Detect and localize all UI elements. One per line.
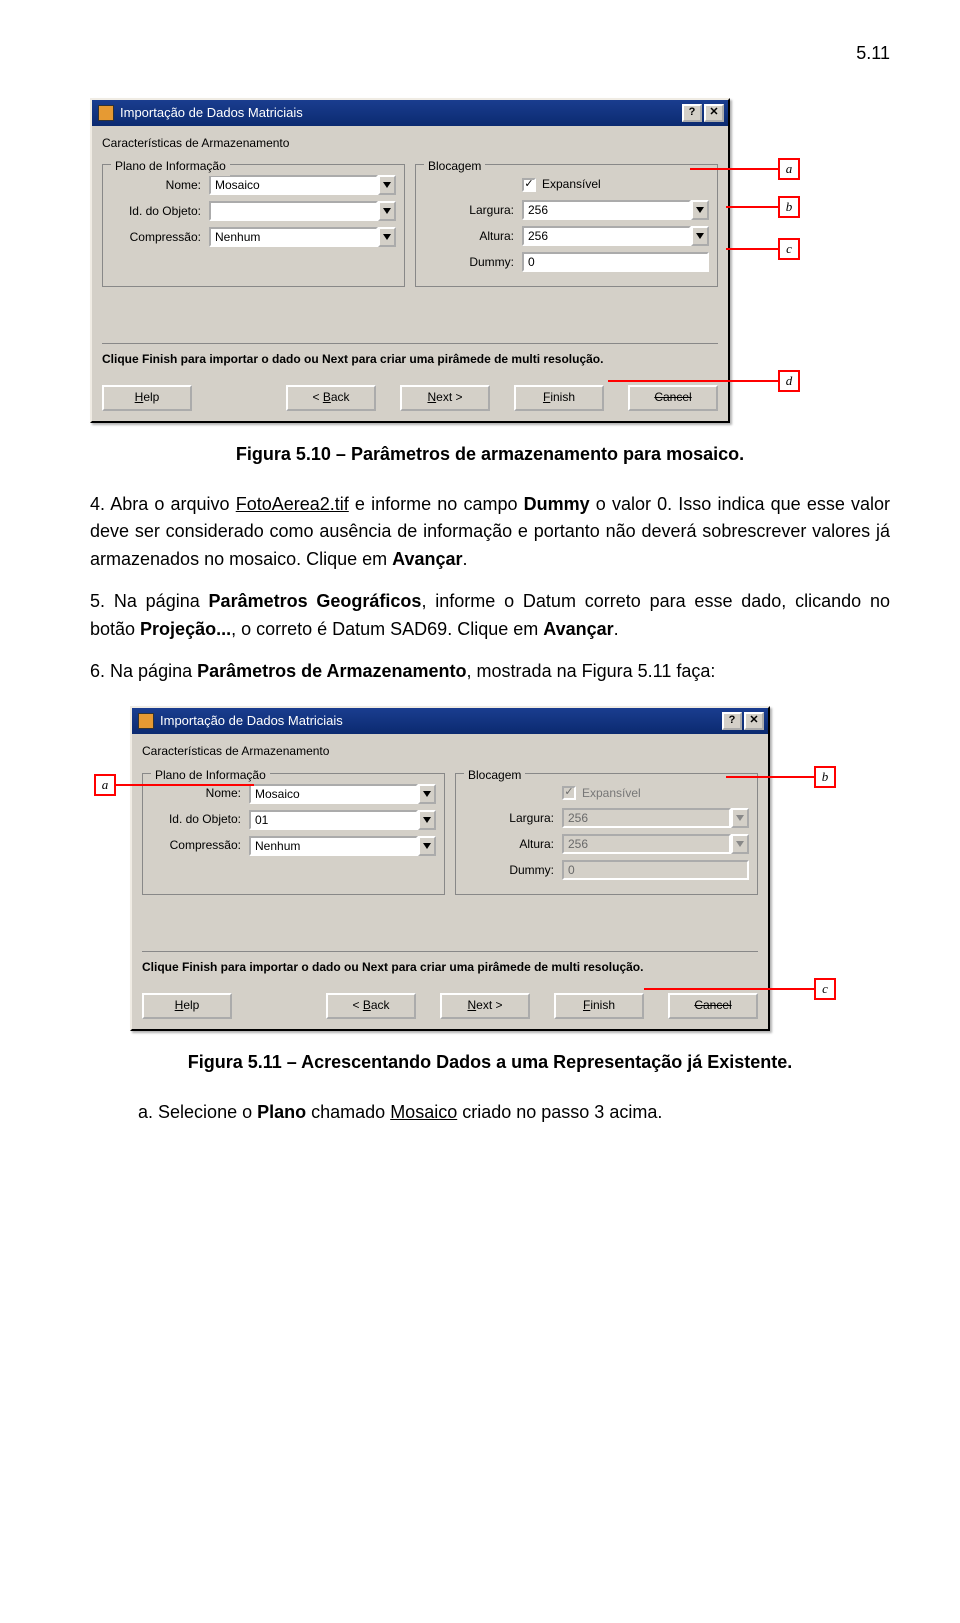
largura-field[interactable] [522,200,691,220]
label-expansivel: Expansível [582,784,641,803]
chevron-down-icon[interactable] [418,836,436,856]
chevron-down-icon [731,808,749,828]
help-icon[interactable]: ? [682,104,702,122]
callout-d: d [778,370,800,392]
label-comp: Compressão: [111,228,209,247]
dialog-title: Importação de Dados Matriciais [160,711,343,731]
chevron-down-icon[interactable] [378,175,396,195]
callout-c: c [778,238,800,260]
dialog-title: Importação de Dados Matriciais [120,103,303,123]
chevron-down-icon[interactable] [418,784,436,804]
label-dummy: Dummy: [424,253,522,272]
label-nome: Nome: [151,784,249,803]
group-plano: Plano de Informação Nome: Id. do Objeto: [102,164,405,287]
figure-caption-1: Figura 5.10 – Parâmetros de armazenament… [90,441,890,469]
nome-field[interactable] [249,784,418,804]
label-largura: Largura: [424,201,522,220]
id-field[interactable] [249,810,418,830]
hint-text: Clique Finish para importar o dado ou Ne… [142,960,643,974]
dummy-field [562,860,749,880]
step-6: 6. Na página Parâmetros de Armazenamento… [90,658,890,686]
label-nome: Nome: [111,176,209,195]
chevron-down-icon [731,834,749,854]
label-expansivel: Expansível [542,175,601,194]
callout-b: b [778,196,800,218]
close-icon[interactable]: ✕ [744,712,764,730]
section-label: Características de Armazenamento [102,134,718,153]
app-icon [138,713,154,729]
callout-b: b [814,766,836,788]
finish-button[interactable]: Finish [514,385,604,411]
file-link: FotoAerea2.tif [236,494,349,514]
finish-button[interactable]: Finish [554,993,644,1019]
label-comp: Compressão: [151,836,249,855]
back-button[interactable]: < Back [286,385,376,411]
help-icon[interactable]: ? [722,712,742,730]
dialog-2: Importação de Dados Matriciais ? ✕ Carac… [130,706,770,1031]
comp-field[interactable] [249,836,418,856]
titlebar-2: Importação de Dados Matriciais ? ✕ [132,708,768,734]
figure-caption-2: Figura 5.11 – Acrescentando Dados a uma … [90,1049,890,1077]
group-bloc-title: Blocagem [464,766,525,785]
label-dummy: Dummy: [464,861,562,880]
chevron-down-icon[interactable] [378,201,396,221]
titlebar-1: Importação de Dados Matriciais ? ✕ [92,100,728,126]
dummy-field[interactable] [522,252,709,272]
hint-text: Clique Finish para importar o dado ou Ne… [102,352,603,366]
expansivel-checkbox: ✓ [562,786,576,800]
id-field[interactable] [209,201,378,221]
help-button[interactable]: Help [102,385,192,411]
chevron-down-icon[interactable] [691,226,709,246]
callout-a: a [94,774,116,796]
dialog-2-shell: Importação de Dados Matriciais ? ✕ Carac… [130,706,890,1031]
step-4: 4. Abra o arquivo FotoAerea2.tif e infor… [90,491,890,575]
group-plano: Plano de Informação Nome: Id. do Objeto: [142,773,445,896]
substep-a: a. Selecione o Plano chamado Mosaico cri… [138,1099,890,1127]
next-button[interactable]: Next > [440,993,530,1019]
nome-field[interactable] [209,175,378,195]
callout-a: a [778,158,800,180]
dialog-1-shell: Importação de Dados Matriciais ? ✕ Carac… [90,98,890,423]
group-blocagem: Blocagem ✓ Expansível Largura: [415,164,718,287]
page-number: 5.11 [90,40,890,68]
chevron-down-icon[interactable] [418,810,436,830]
label-id: Id. do Objeto: [111,202,209,221]
cancel-button[interactable]: Cancel [668,993,758,1019]
label-altura: Altura: [464,835,562,854]
label-largura: Largura: [464,809,562,828]
label-id: Id. do Objeto: [151,810,249,829]
app-icon [98,105,114,121]
close-icon[interactable]: ✕ [704,104,724,122]
label-altura: Altura: [424,227,522,246]
group-plano-title: Plano de Informação [111,157,230,176]
back-button[interactable]: < Back [326,993,416,1019]
next-button[interactable]: Next > [400,385,490,411]
group-blocagem: Blocagem ✓ Expansível Largura: [455,773,758,896]
callout-c: c [814,978,836,1000]
section-label: Características de Armazenamento [142,742,758,761]
altura-field [562,834,731,854]
chevron-down-icon[interactable] [691,200,709,220]
help-button[interactable]: Help [142,993,232,1019]
altura-field[interactable] [522,226,691,246]
dialog-1: Importação de Dados Matriciais ? ✕ Carac… [90,98,730,423]
comp-field[interactable] [209,227,378,247]
largura-field [562,808,731,828]
cancel-button[interactable]: Cancel [628,385,718,411]
expansivel-checkbox[interactable]: ✓ [522,178,536,192]
step-5: 5. Na página Parâmetros Geográficos, inf… [90,588,890,644]
group-bloc-title: Blocagem [424,157,485,176]
chevron-down-icon[interactable] [378,227,396,247]
group-plano-title: Plano de Informação [151,766,270,785]
